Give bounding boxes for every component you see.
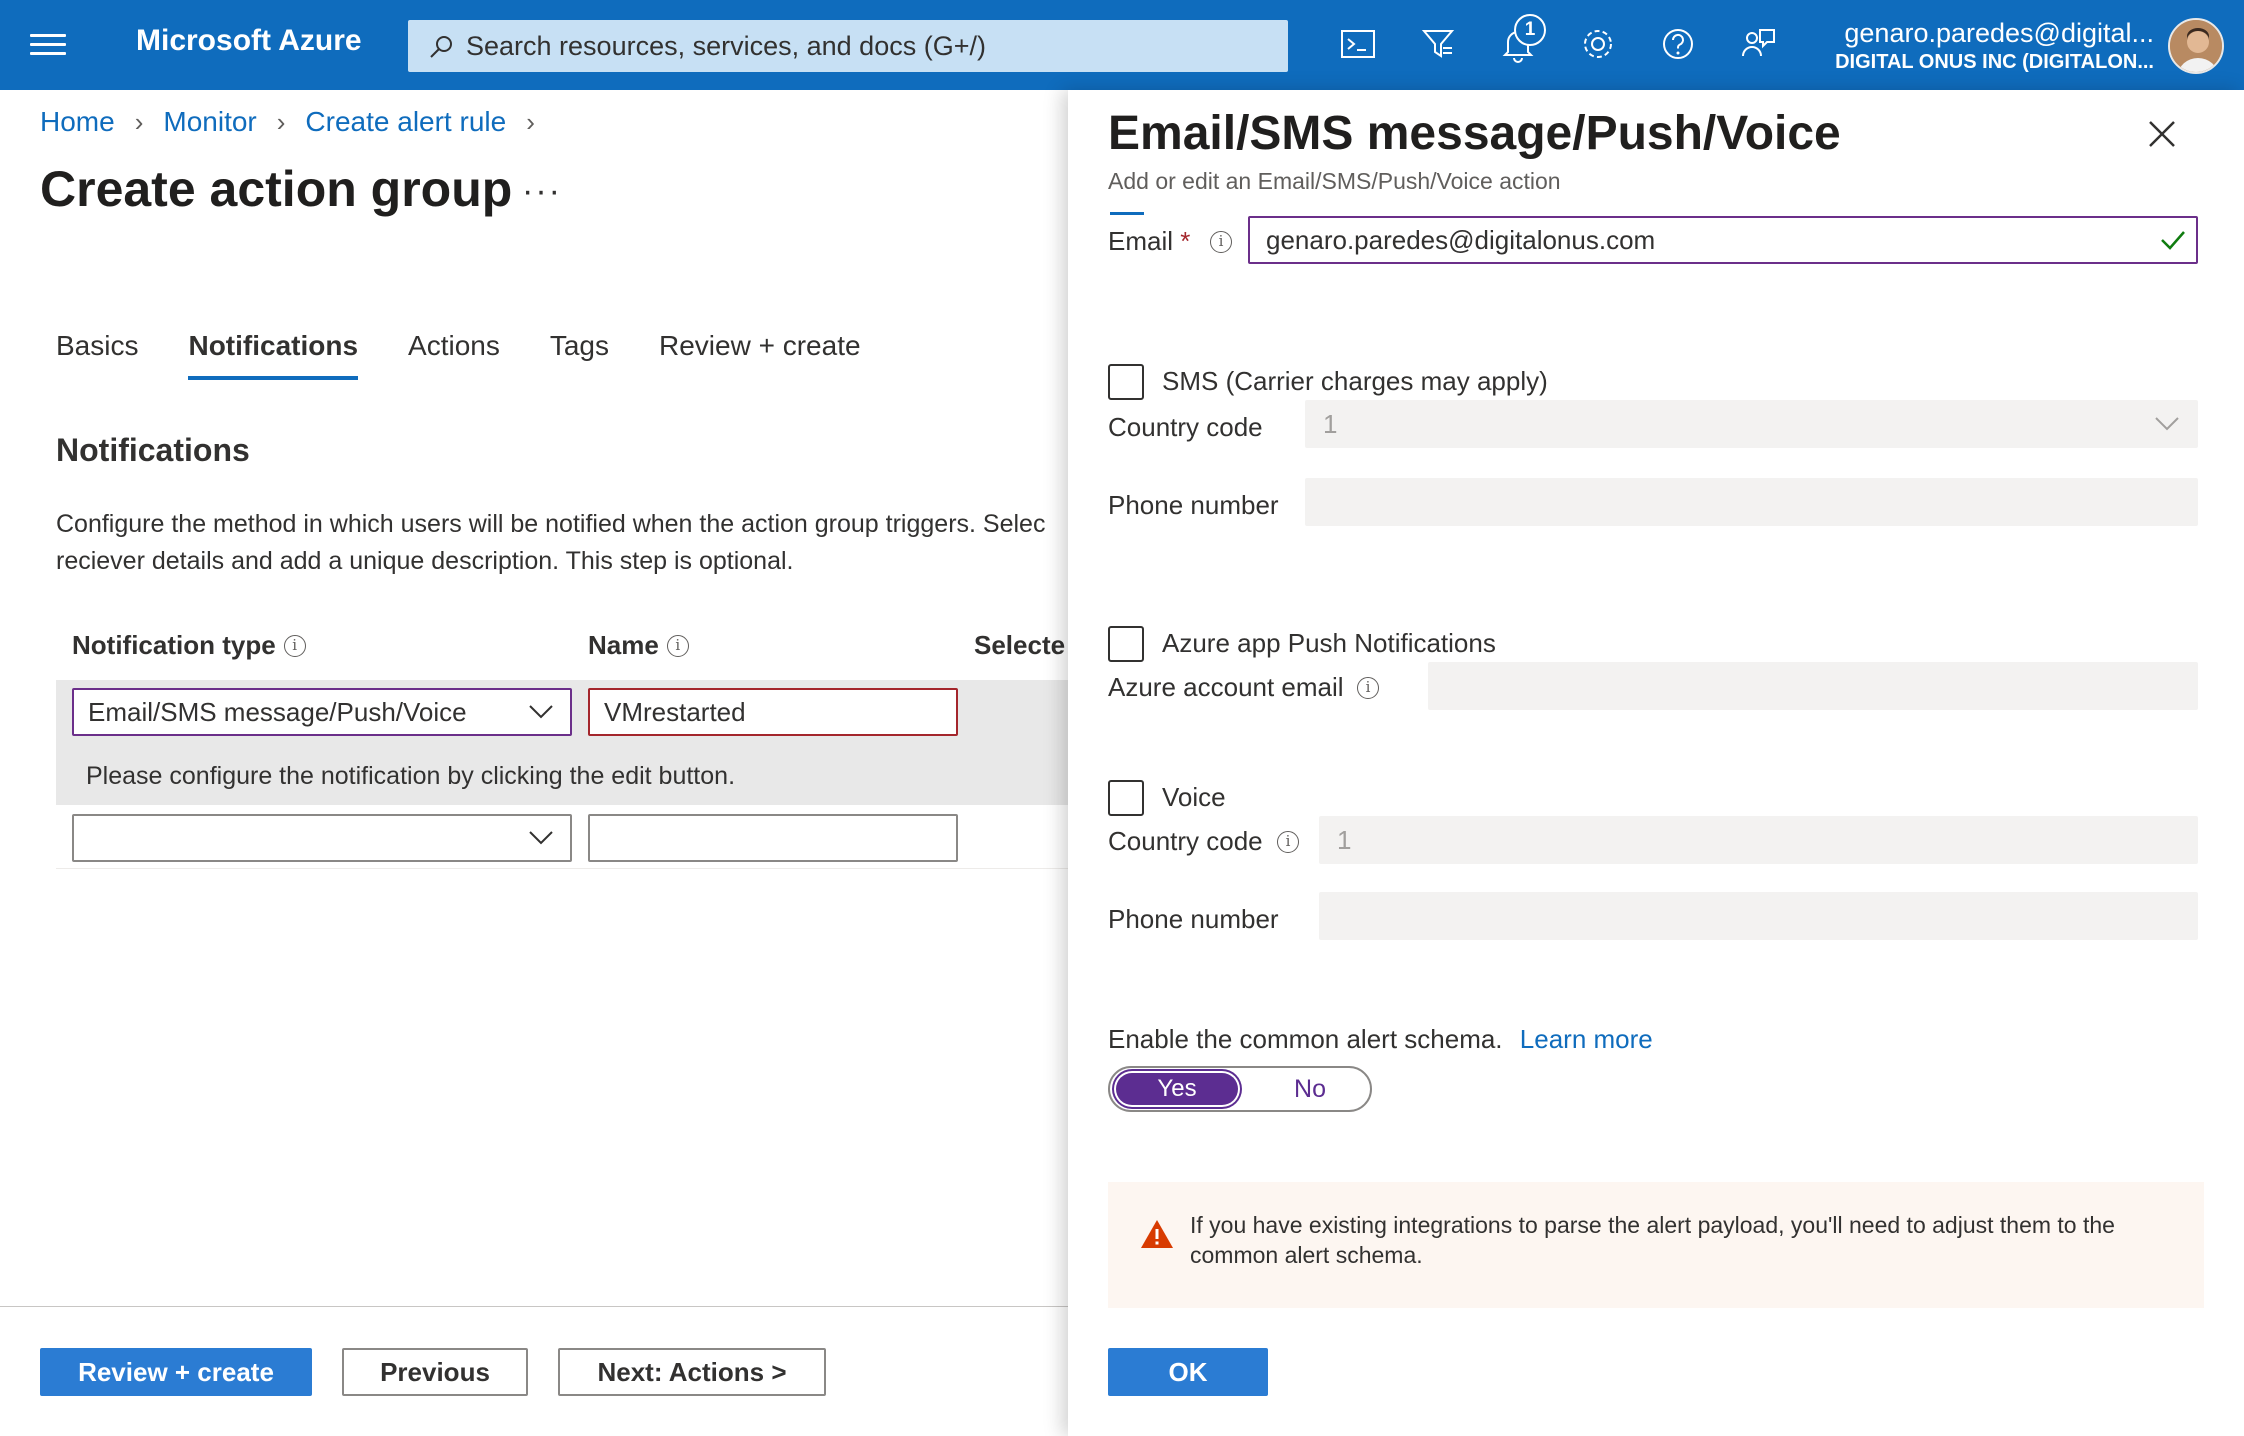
section-description: Configure the method in which users will… xyxy=(56,506,1066,580)
breadcrumb-home[interactable]: Home xyxy=(40,106,115,138)
chevron-down-icon xyxy=(529,831,553,845)
wizard-tabs: Basics Notifications Actions Tags Review… xyxy=(56,330,861,380)
toggle-no-option[interactable]: No xyxy=(1260,1073,1360,1105)
footer-divider xyxy=(0,1306,1070,1307)
account-info[interactable]: genaro.paredes@digital... DIGITAL ONUS I… xyxy=(1774,18,2154,74)
push-email-input xyxy=(1428,662,2198,710)
email-field[interactable]: genaro.paredes@digitalonus.com xyxy=(1248,216,2198,264)
global-search[interactable] xyxy=(408,20,1288,72)
email-label-text: Email xyxy=(1108,226,1174,256)
review-create-button[interactable]: Review + create xyxy=(40,1348,312,1396)
info-icon[interactable]: i xyxy=(1277,831,1299,853)
notification-type-select[interactable]: Email/SMS message/Push/Voice xyxy=(72,688,572,736)
info-icon[interactable]: i xyxy=(1357,677,1379,699)
top-bar: Microsoft Azure 1 genaro.paredes@digital xyxy=(0,0,2244,90)
email-value: genaro.paredes@digitalonus.com xyxy=(1266,225,1656,255)
required-marker: * xyxy=(1180,226,1191,256)
warning-text: If you have existing integrations to par… xyxy=(1190,1212,2115,1268)
warning-icon xyxy=(1141,1220,1173,1248)
panel-subtitle: Add or edit an Email/SMS/Push/Voice acti… xyxy=(1108,168,1561,194)
column-header-name: Name i xyxy=(588,630,689,661)
column-label: Name xyxy=(588,630,659,660)
chevron-down-icon xyxy=(529,705,553,719)
search-icon xyxy=(430,36,452,58)
directory-filter-icon[interactable] xyxy=(1416,22,1460,66)
voice-checkbox[interactable] xyxy=(1108,780,1144,816)
chevron-right-icon: › xyxy=(134,106,144,137)
voice-phone-input xyxy=(1319,892,2198,940)
notification-name-input-empty[interactable] xyxy=(588,814,958,862)
next-actions-button[interactable]: Next: Actions > xyxy=(558,1348,826,1396)
sms-checkbox[interactable] xyxy=(1108,364,1144,400)
gear-icon[interactable] xyxy=(1576,22,1620,66)
menu-icon[interactable] xyxy=(30,28,66,62)
voice-country-code-label: Country code xyxy=(1108,826,1263,856)
tab-basics[interactable]: Basics xyxy=(56,330,138,380)
info-icon[interactable]: i xyxy=(1210,231,1232,253)
notification-count-badge: 1 xyxy=(1514,14,1546,46)
info-icon[interactable]: i xyxy=(283,634,306,657)
column-header-notification-type: Notification type i xyxy=(72,630,306,661)
cloud-shell-icon[interactable] xyxy=(1336,22,1380,66)
chevron-down-icon xyxy=(2155,417,2179,431)
tab-tags[interactable]: Tags xyxy=(550,330,609,380)
sms-country-code-select: 1 xyxy=(1305,400,2198,448)
more-options-button[interactable]: ··· xyxy=(522,172,562,211)
tab-review-create[interactable]: Review + create xyxy=(659,330,861,380)
column-header-selected: Selecte xyxy=(974,630,1068,661)
email-label: Email * xyxy=(1108,226,1190,257)
voice-country-code-input: 1 xyxy=(1319,816,2198,864)
email-sms-push-voice-panel: Email/SMS message/Push/Voice Add or edit… xyxy=(1068,90,2244,1436)
tab-notifications[interactable]: Notifications xyxy=(188,330,359,380)
notification-name-input[interactable]: VMrestarted xyxy=(588,688,958,736)
select-value: Email/SMS message/Push/Voice xyxy=(88,697,467,727)
panel-title: Email/SMS message/Push/Voice xyxy=(1108,107,1841,160)
user-photo-icon xyxy=(2170,20,2222,72)
notification-type-select-empty[interactable] xyxy=(72,814,572,862)
chevron-right-icon: › xyxy=(526,106,535,137)
schema-toggle[interactable]: Yes No xyxy=(1108,1066,1372,1112)
search-input[interactable] xyxy=(466,28,1266,64)
user-email: genaro.paredes@digital... xyxy=(1844,18,2154,48)
checkmark-icon xyxy=(2161,231,2185,250)
sms-phone-label: Phone number xyxy=(1108,490,1279,520)
push-label: Azure app Push Notifications xyxy=(1162,628,1496,658)
push-checkbox[interactable] xyxy=(1108,626,1144,662)
voice-phone-label: Phone number xyxy=(1108,904,1279,934)
user-directory: DIGITAL ONUS INC (DIGITALON... xyxy=(1835,51,2154,73)
section-title: Notifications xyxy=(56,432,250,468)
schema-label: Enable the common alert schema. Learn mo… xyxy=(1108,1024,1653,1055)
sms-country-code-label: Country code xyxy=(1108,412,1263,442)
push-email-label: Azure account email xyxy=(1108,672,1344,702)
sms-label: SMS (Carrier charges may apply) xyxy=(1162,366,1548,396)
page-title: Create action group xyxy=(40,161,513,217)
warning-banner: If you have existing integrations to par… xyxy=(1108,1182,2204,1308)
breadcrumb-monitor[interactable]: Monitor xyxy=(163,106,256,138)
brand-title[interactable]: Microsoft Azure xyxy=(136,24,362,58)
description-line-2: reciever details and add a unique descri… xyxy=(56,547,794,575)
chevron-right-icon: › xyxy=(276,106,286,137)
ok-button[interactable]: OK xyxy=(1108,1348,1268,1396)
description-line-1: Configure the method in which users will… xyxy=(56,510,1046,538)
column-label: Notification type xyxy=(72,630,276,660)
row-hint: Please configure the notification by cli… xyxy=(86,762,736,790)
column-label: Selecte xyxy=(974,630,1066,660)
schema-label-text: Enable the common alert schema. xyxy=(1108,1024,1503,1054)
voice-label: Voice xyxy=(1162,782,1226,812)
breadcrumb-create-alert-rule[interactable]: Create alert rule xyxy=(305,106,506,138)
learn-more-link[interactable]: Learn more xyxy=(1520,1024,1653,1054)
scroll-indicator xyxy=(1110,212,1144,215)
info-icon[interactable]: i xyxy=(666,634,689,657)
sms-phone-input xyxy=(1305,478,2198,526)
close-icon[interactable] xyxy=(2146,118,2178,150)
tab-actions[interactable]: Actions xyxy=(408,330,500,380)
help-icon[interactable] xyxy=(1656,22,1700,66)
toggle-yes-option[interactable]: Yes xyxy=(1116,1073,1238,1105)
sms-country-code-value: 1 xyxy=(1323,409,1338,439)
breadcrumb: Home › Monitor › Create alert rule › xyxy=(40,106,535,138)
avatar[interactable] xyxy=(2168,18,2224,74)
divider xyxy=(56,868,1068,869)
previous-button[interactable]: Previous xyxy=(342,1348,528,1396)
